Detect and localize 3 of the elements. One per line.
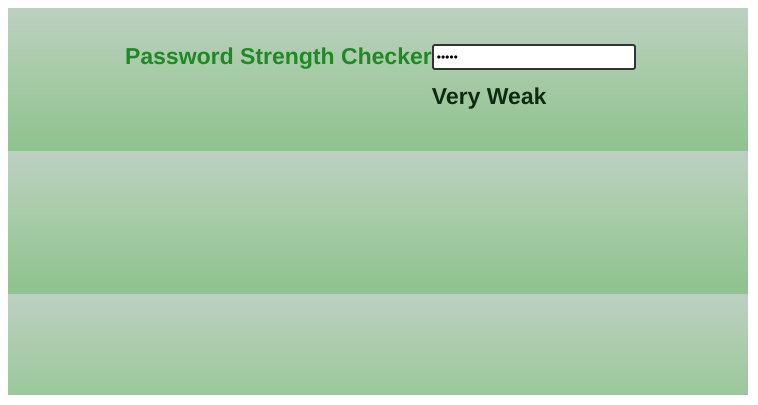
- page-title: Password Strength Checker: [125, 42, 432, 70]
- strength-label: Very Weak: [432, 82, 548, 110]
- password-field[interactable]: •••••: [432, 44, 636, 70]
